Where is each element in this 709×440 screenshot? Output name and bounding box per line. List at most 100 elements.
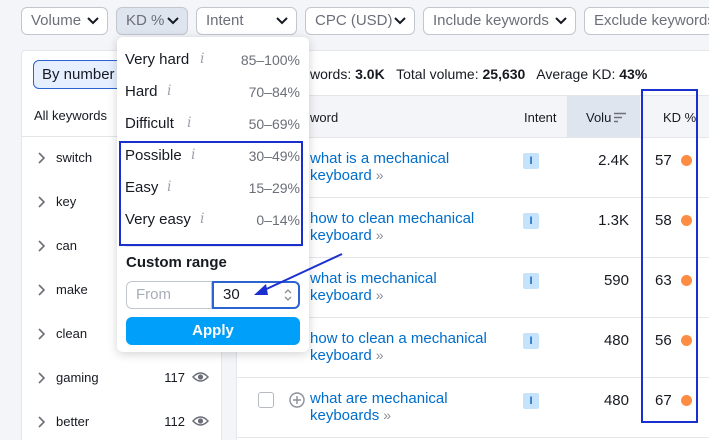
- keyword-link[interactable]: what are mechanical keyboards»: [310, 390, 500, 424]
- volume-value: 2.4K: [598, 152, 629, 169]
- keywords-count-value: 3.0K: [355, 66, 385, 82]
- keyword-text: what is mechanical: [310, 270, 437, 287]
- kd-to-value: 30: [223, 286, 240, 303]
- group-label: gaming: [56, 370, 99, 385]
- filter-bar: Volume KD % Intent CPC (USD) Include key…: [0, 0, 709, 42]
- option-range: 70–84%: [248, 84, 300, 100]
- volume-value: 590: [603, 272, 629, 289]
- kd-filter-label: KD %: [126, 12, 165, 29]
- double-chevron-icon[interactable]: »: [383, 407, 391, 423]
- chevron-down-icon: [394, 17, 406, 25]
- intent-badge: I: [523, 273, 539, 289]
- kd-to-input[interactable]: 30: [212, 281, 300, 309]
- average-kd-value: 43%: [619, 66, 648, 82]
- keyword-text: keyboard: [310, 227, 372, 244]
- chevron-down-icon: [167, 17, 179, 25]
- add-keyword-icon[interactable]: [289, 392, 305, 408]
- group-label: make: [56, 282, 88, 297]
- chevron-right-icon: [38, 416, 45, 428]
- info-icon[interactable]: i: [187, 115, 191, 131]
- group-label: clean: [56, 326, 88, 341]
- exclude-keywords-label: Exclude keywords: [594, 12, 709, 29]
- kd-from-input[interactable]: From: [126, 281, 212, 309]
- kd-option-very-hard[interactable]: Very hard i 85–100%: [117, 44, 309, 76]
- keyword-text: how to clean mechanical: [310, 210, 475, 227]
- kd-column-highlight-box: [641, 89, 698, 423]
- keyword-text: what is a mechanical: [310, 150, 450, 167]
- option-range: 50–69%: [248, 116, 300, 132]
- chevron-right-icon: [38, 196, 45, 208]
- cpc-filter[interactable]: CPC (USD): [305, 7, 415, 35]
- volume-filter[interactable]: Volume: [21, 7, 108, 35]
- option-label: Hard: [125, 83, 158, 100]
- keyword-link[interactable]: what is a mechanical keyboard»: [310, 150, 500, 184]
- keyword-link[interactable]: what is mechanical keyboard»: [310, 270, 500, 304]
- total-volume-value: 25,630: [482, 66, 526, 82]
- stepper-icon[interactable]: [284, 288, 292, 302]
- option-range: 85–100%: [240, 52, 300, 68]
- chevron-right-icon: [38, 372, 45, 384]
- chevron-right-icon: [38, 240, 45, 252]
- group-label: key: [56, 194, 77, 209]
- option-label: Difficult: [125, 115, 174, 132]
- group-label: better: [56, 414, 90, 429]
- double-chevron-icon[interactable]: »: [376, 227, 384, 243]
- kd-option-hard[interactable]: Hard i 70–84%: [117, 76, 309, 108]
- chevron-down-icon: [87, 17, 99, 25]
- group-label: can: [56, 238, 77, 253]
- group-item[interactable]: better 112: [22, 401, 221, 440]
- eye-icon[interactable]: [192, 370, 209, 384]
- include-keywords-label: Include keywords: [433, 12, 549, 29]
- summary-stats: words: 3.0K Total volume: 25,630 Average…: [310, 66, 647, 82]
- intent-column-header[interactable]: Intent: [524, 110, 557, 125]
- chevron-down-icon: [555, 17, 567, 25]
- total-volume-label: Total volume:: [396, 66, 479, 82]
- keyword-text: keyboard: [310, 347, 372, 364]
- kd-filter[interactable]: KD %: [116, 7, 188, 35]
- volume-column-header[interactable]: Volu: [586, 110, 611, 125]
- group-label: switch: [56, 150, 93, 165]
- intent-filter-label: Intent: [206, 12, 244, 29]
- include-keywords-filter[interactable]: Include keywords: [423, 7, 576, 35]
- keyword-text: how to clean a mechanical: [310, 330, 487, 347]
- keyword-link[interactable]: how to clean a mechanical keyboard»: [310, 330, 500, 364]
- chevron-right-icon: [38, 284, 45, 296]
- volume-value: 480: [603, 332, 629, 349]
- keyword-text: what are mechanical: [310, 390, 448, 407]
- keyword-column-header[interactable]: word: [310, 110, 338, 125]
- all-keywords-label[interactable]: All keywords: [34, 108, 107, 123]
- keyword-text: keyboard: [310, 287, 372, 304]
- info-icon[interactable]: i: [200, 51, 204, 67]
- chevron-down-icon: [276, 17, 288, 25]
- chevron-right-icon: [38, 152, 45, 164]
- intent-badge: I: [523, 333, 539, 349]
- row-checkbox[interactable]: [258, 392, 274, 408]
- average-kd-label: Average KD:: [536, 66, 616, 82]
- intent-filter[interactable]: Intent: [196, 7, 297, 35]
- option-label: Very hard: [125, 51, 190, 68]
- group-count: 112: [164, 414, 185, 429]
- double-chevron-icon[interactable]: »: [376, 347, 384, 363]
- double-chevron-icon[interactable]: »: [376, 167, 384, 183]
- group-item[interactable]: gaming 117: [22, 357, 221, 401]
- keyword-link[interactable]: how to clean mechanical keyboard»: [310, 210, 500, 244]
- keywords-count-label: words:: [310, 66, 352, 82]
- kd-option-difficult[interactable]: Difficult i 50–69%: [117, 108, 309, 140]
- keyword-text: keyboard: [310, 167, 372, 184]
- info-icon[interactable]: i: [167, 83, 171, 99]
- group-count: 117: [164, 370, 185, 385]
- volume-value: 1.3K: [598, 212, 629, 229]
- eye-icon[interactable]: [192, 414, 209, 428]
- options-highlight-box: [119, 141, 303, 246]
- intent-badge: I: [523, 213, 539, 229]
- custom-range-label: Custom range: [126, 254, 227, 271]
- volume-filter-label: Volume: [31, 12, 82, 29]
- double-chevron-icon[interactable]: »: [376, 287, 384, 303]
- intent-badge: I: [523, 153, 539, 169]
- cpc-filter-label: CPC (USD): [315, 12, 393, 29]
- exclude-keywords-filter[interactable]: Exclude keywords: [584, 7, 709, 35]
- table-row: what are mechanical keyboards» I 480 67: [237, 378, 709, 438]
- sort-icon[interactable]: [614, 112, 626, 123]
- apply-button[interactable]: Apply: [126, 317, 300, 345]
- chevron-right-icon: [38, 328, 45, 340]
